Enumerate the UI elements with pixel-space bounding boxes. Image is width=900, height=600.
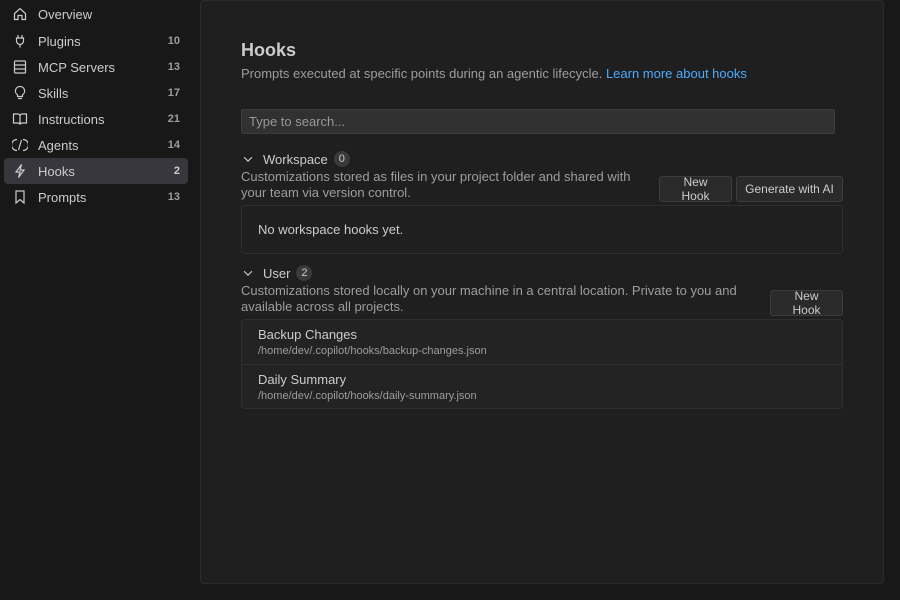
sidebar-item-plugins[interactable]: Plugins 10 (4, 28, 188, 54)
sidebar-item-label: Instructions (38, 111, 105, 127)
workspace-new-hook-button[interactable]: New Hook (659, 175, 732, 203)
sidebar-item-overview[interactable]: Overview (4, 1, 188, 27)
user-section-title: User (263, 265, 291, 281)
chevron-down-icon (241, 151, 257, 167)
plug-icon (12, 33, 28, 49)
generate-with-ai-button[interactable]: Generate with AI (736, 176, 843, 202)
book-icon (12, 111, 28, 127)
workspace-description: Customizations stored as files in your p… (241, 169, 631, 200)
user-hooks-list: Backup Changes /home/dev/.copilot/hooks/… (241, 319, 843, 409)
sidebar-item-count: 2 (173, 165, 180, 177)
workspace-hooks-list: No workspace hooks yet. (241, 205, 843, 254)
workspace-empty-state: No workspace hooks yet. (258, 222, 404, 237)
workspace-section-title: Workspace (263, 151, 328, 167)
sidebar: Overview Plugins 10 MCP Servers 13 Skill… (0, 0, 200, 600)
sidebar-item-agents[interactable]: Agents 14 (4, 132, 188, 158)
page-title: Hooks (241, 40, 297, 60)
sidebar-item-count: 10 (167, 35, 180, 47)
sidebar-item-label: Prompts (38, 189, 87, 205)
sidebar-item-label: Skills (38, 85, 69, 101)
page-subtitle-text: Prompts executed at specific points duri… (241, 66, 603, 81)
sidebar-item-count: 21 (167, 113, 180, 125)
page-subtitle: Prompts executed at specific points duri… (241, 66, 747, 81)
lightning-icon (12, 163, 28, 179)
user-description: Customizations stored locally on your ma… (241, 283, 737, 314)
list-item[interactable]: Backup Changes /home/dev/.copilot/hooks/… (242, 320, 842, 364)
list-item[interactable]: Daily Summary /home/dev/.copilot/hooks/d… (242, 364, 842, 408)
chevron-down-icon (241, 265, 257, 281)
sidebar-item-mcp-servers[interactable]: MCP Servers 13 (4, 54, 188, 80)
sidebar-item-label: Agents (38, 137, 79, 153)
user-new-hook-button[interactable]: New Hook (770, 289, 843, 317)
home-icon (12, 6, 28, 22)
sidebar-item-count: 13 (167, 61, 180, 73)
sidebar-item-hooks[interactable]: Hooks 2 (4, 158, 188, 184)
lightbulb-icon (12, 85, 28, 101)
user-count-badge: 2 (296, 265, 313, 281)
hook-name: Backup Changes (258, 327, 358, 342)
hook-path: /home/dev/.copilot/hooks/backup-changes.… (258, 345, 487, 357)
sidebar-item-prompts[interactable]: Prompts 13 (4, 184, 188, 210)
server-icon (12, 59, 28, 75)
user-section-header[interactable]: User 2 (241, 264, 313, 282)
sidebar-item-label: Overview (38, 6, 93, 22)
sidebar-item-label: Plugins (38, 33, 81, 49)
sidebar-item-count: 17 (167, 87, 180, 99)
sidebar-item-label: MCP Servers (38, 59, 116, 75)
hooks-panel: Hooks Prompts executed at specific point… (200, 0, 884, 584)
sidebar-item-instructions[interactable]: Instructions 21 (4, 106, 188, 132)
search-input[interactable] (241, 109, 835, 134)
sidebar-item-count: 13 (167, 191, 180, 203)
workspace-count-badge: 0 (333, 151, 350, 167)
sidebar-item-count: 14 (167, 139, 180, 151)
hook-path: /home/dev/.copilot/hooks/daily-summary.j… (258, 390, 477, 402)
agent-icon (12, 137, 28, 153)
workspace-section-header[interactable]: Workspace 0 (241, 150, 350, 168)
bookmark-icon (12, 189, 28, 205)
learn-more-link[interactable]: Learn more about hooks (606, 66, 747, 81)
sidebar-item-label: Hooks (38, 163, 75, 179)
hook-name: Daily Summary (258, 372, 347, 387)
sidebar-item-skills[interactable]: Skills 17 (4, 80, 188, 106)
